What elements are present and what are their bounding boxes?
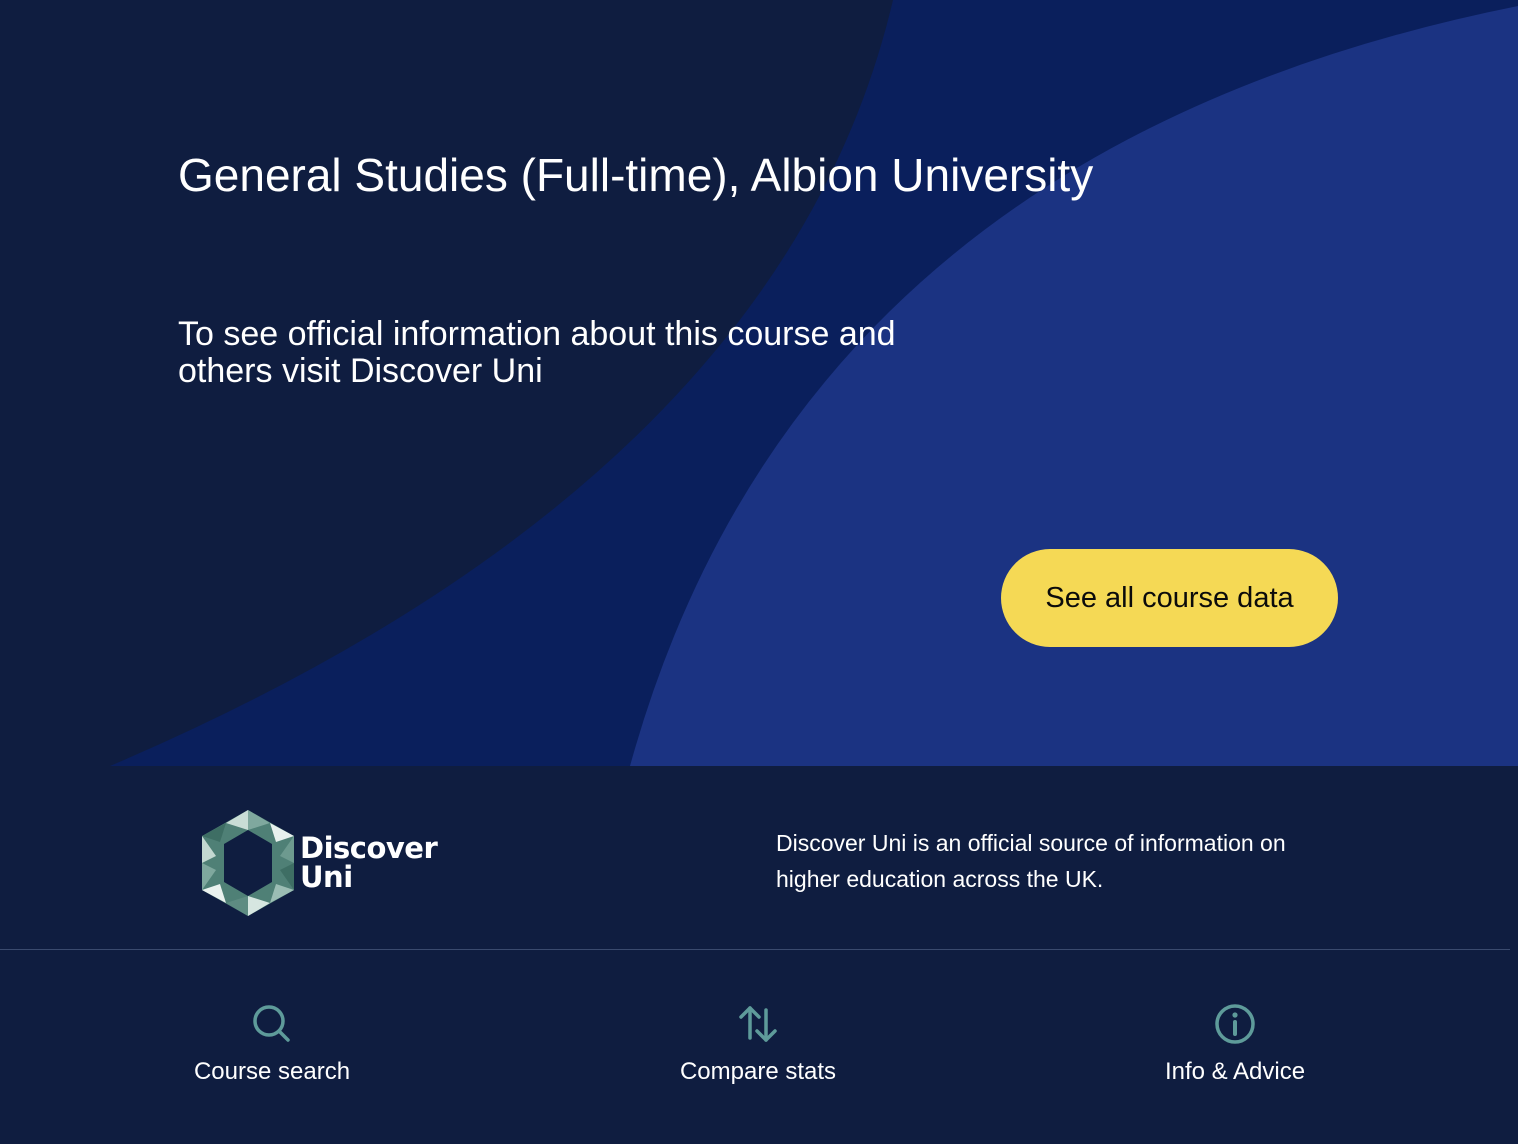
compare-arrows-icon <box>739 1006 777 1042</box>
info-icon <box>1215 1004 1255 1044</box>
page: General Studies (Full-time), Albion Univ… <box>0 0 1518 1144</box>
discover-uni-hexagon-icon <box>202 810 294 916</box>
intro-text: To see official information about this c… <box>178 315 896 390</box>
footer-nav: Course search Compare stats Info & Advic… <box>0 950 1518 1144</box>
discover-uni-logo[interactable]: Discover Uni <box>200 808 440 918</box>
see-all-course-data-button[interactable]: See all course data <box>1001 549 1338 647</box>
nav-item-compare-stats[interactable]: Compare stats <box>679 1002 837 1086</box>
course-title: General Studies (Full-time), Albion Univ… <box>178 149 1094 201</box>
footer-description: Discover Uni is an official source of in… <box>776 830 1286 892</box>
logo-line-discover: Discover <box>300 831 438 865</box>
hero-section: General Studies (Full-time), Albion Univ… <box>0 0 1518 766</box>
nav-item-label: Course search <box>193 1058 351 1085</box>
footer-info: Discover Uni Discover Uni is an official… <box>0 766 1518 950</box>
logo-line-uni: Uni <box>300 860 353 894</box>
search-icon <box>253 1005 290 1042</box>
nav-item-course-search[interactable]: Course search <box>194 1002 350 1086</box>
nav-item-label: Info & Advice <box>1164 1058 1306 1085</box>
discover-uni-wordmark: Discover Uni <box>300 831 438 894</box>
nav-item-label: Compare stats <box>679 1058 837 1085</box>
nav-item-info-advice[interactable]: Info & Advice <box>1164 1002 1306 1086</box>
